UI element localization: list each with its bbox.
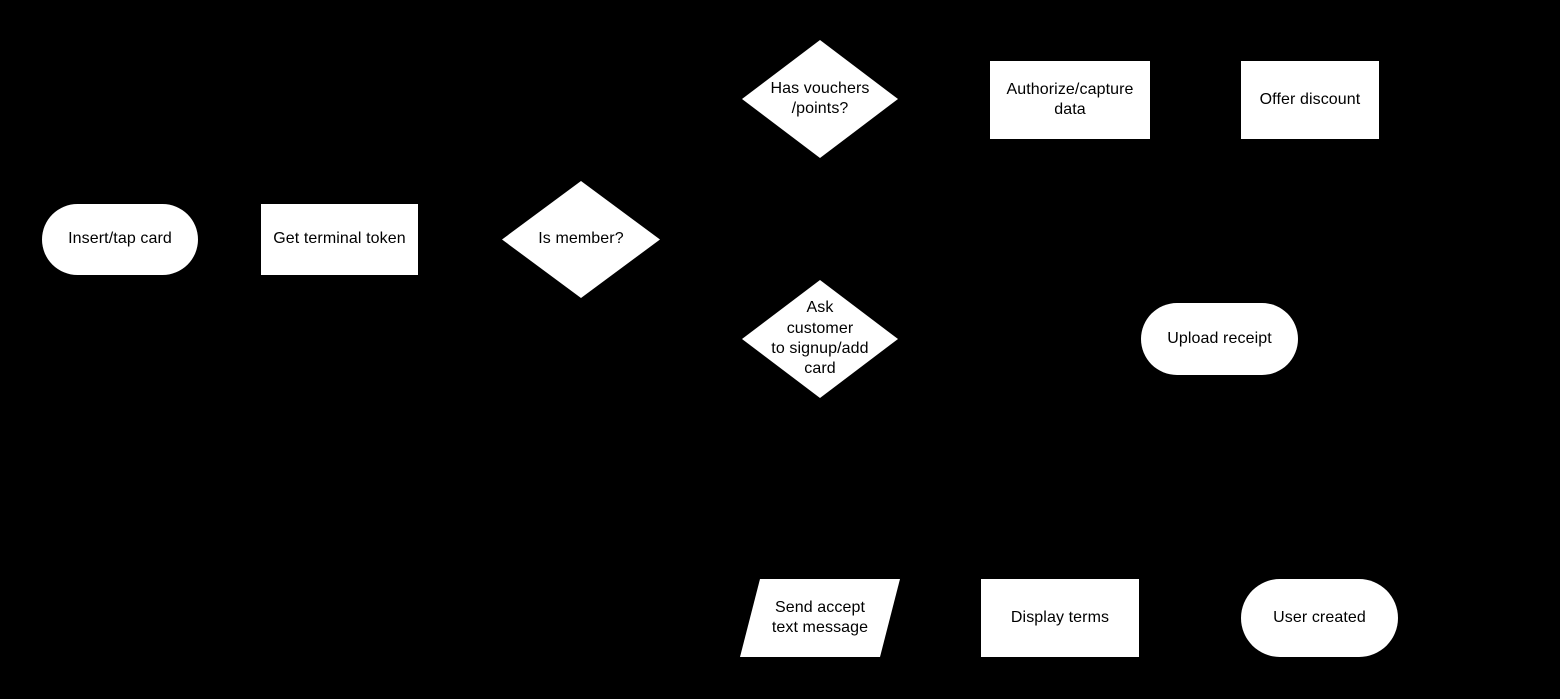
flowchart-node-authorize-capture-data[interactable]: Authorize/capture data [990, 61, 1150, 139]
node-label-user-created: User created [1273, 608, 1366, 626]
flowchart-node-send-accept-text-message[interactable]: Send accept text message [740, 579, 900, 657]
node-label-send-accept-text-message: Send accept text message [771, 598, 869, 636]
flowchart-node-is-member[interactable]: Is member? [502, 181, 660, 298]
node-label-authorize-capture-data: Authorize/capture data [1006, 80, 1134, 118]
node-label-is-member: Is member? [538, 230, 624, 248]
node-label-display-terms: Display terms [1010, 608, 1110, 626]
flowchart-node-upload-receipt[interactable]: Upload receipt [1141, 303, 1298, 375]
node-label-ask-customer-signup: Ask customer to signup/add card [771, 299, 869, 378]
node-label-offer-discount: Offer discount [1259, 90, 1361, 108]
node-label-get-terminal-token: Get terminal token [273, 230, 406, 248]
node-label-upload-receipt: Upload receipt [1167, 329, 1272, 347]
flowchart-node-insert-tap-card[interactable]: Insert/tap card [42, 204, 198, 275]
flowchart-node-ask-customer-signup[interactable]: Ask customer to signup/add card [742, 280, 898, 398]
flowchart-node-get-terminal-token[interactable]: Get terminal token [261, 204, 418, 275]
flowchart-node-display-terms[interactable]: Display terms [981, 579, 1139, 657]
node-label-insert-tap-card: Insert/tap card [68, 230, 172, 248]
flowchart-node-offer-discount[interactable]: Offer discount [1241, 61, 1379, 139]
flowchart-node-has-vouchers-points[interactable]: Has vouchers /points? [742, 40, 898, 158]
flowchart-node-user-created[interactable]: User created [1241, 579, 1398, 657]
flowchart-canvas: Insert/tap card Get terminal token Is memb… [0, 0, 1560, 699]
node-label-has-vouchers-points: Has vouchers /points? [770, 79, 870, 117]
